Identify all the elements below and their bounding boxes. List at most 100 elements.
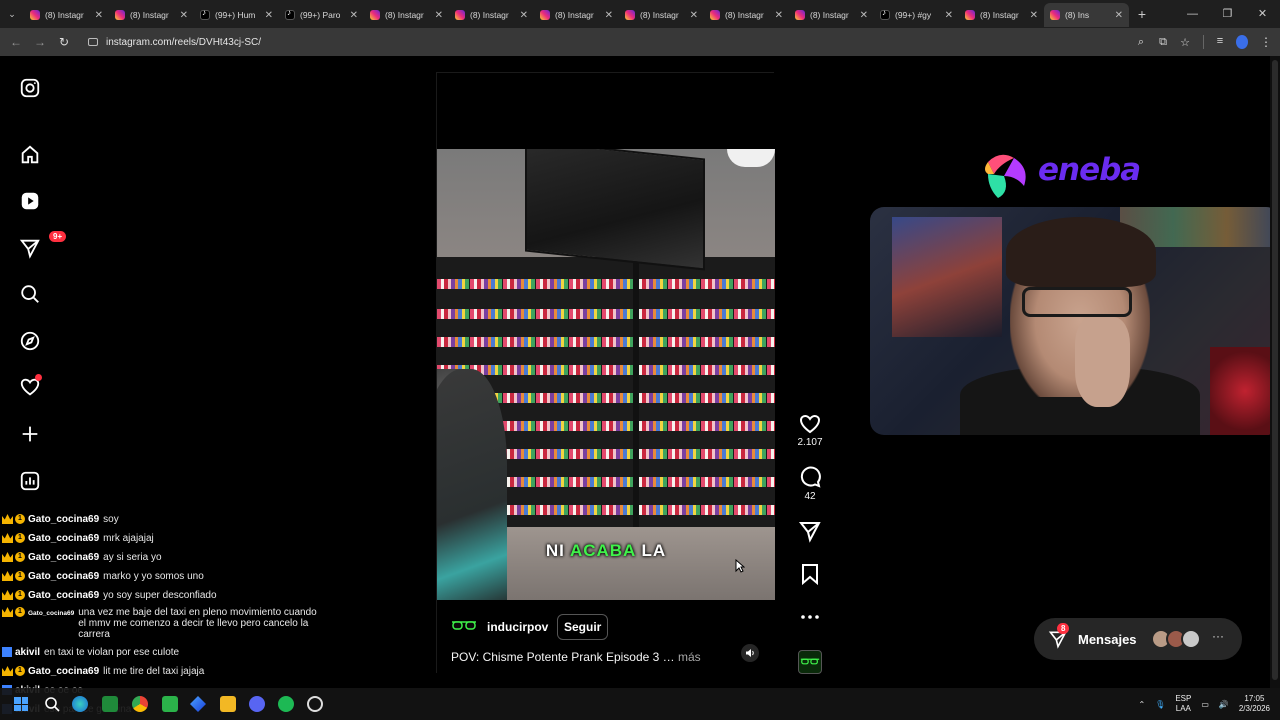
tab-close-icon[interactable]: ✕ [605,10,613,21]
more-options-icon[interactable] [798,605,822,629]
back-arrow-icon[interactable]: ← [4,35,28,49]
instagram-favicon-icon [965,10,975,20]
like-heart-icon[interactable] [798,412,822,436]
browser-tab[interactable]: (8) Instagr ✕ [364,3,449,27]
chrome-icon[interactable] [132,696,148,712]
direct-icon[interactable]: 9+ [19,231,67,259]
cast-icon[interactable]: ⧉ [1157,36,1169,49]
scrollbar-thumb[interactable] [1272,60,1278,680]
dashboard-icon[interactable] [19,470,41,492]
reel-video[interactable]: NI ACABA LA [437,149,775,600]
browser-tab[interactable]: (8) Instagr ✕ [789,3,874,27]
tab-close-icon[interactable]: ✕ [350,10,358,21]
instagram-favicon-icon [710,10,720,20]
browser-tab[interactable]: (99+) #gy ✕ [874,3,959,27]
zoom-icon[interactable]: ⌕ [1135,36,1147,49]
creator-avatar-glasses-icon[interactable] [451,620,477,632]
tab-close-icon[interactable]: ✕ [1030,10,1038,21]
browser-tab[interactable]: (99+) Hum ✕ [194,3,279,27]
edge-browser-icon[interactable] [72,696,88,712]
app-diamond-icon[interactable] [190,696,206,712]
obs-icon[interactable] [307,696,323,712]
home-icon[interactable] [19,144,41,166]
create-plus-icon[interactable] [19,423,41,445]
tab-search-chevron-icon[interactable]: ⌄ [0,0,24,28]
search-icon[interactable] [19,283,41,305]
file-explorer-icon[interactable] [220,696,236,712]
reload-icon[interactable]: ↻ [52,35,76,49]
messages-more-icon[interactable]: ··· [1212,629,1224,643]
new-tab-button[interactable]: + [1129,6,1155,22]
browser-tab[interactable]: (8) Ins ✕ [1044,3,1129,27]
instagram-logo-icon[interactable] [19,77,41,99]
language-indicator[interactable]: ESP LAA [1175,694,1191,714]
url-text[interactable]: instagram.com/reels/DVHt43cj-SC/ [106,37,261,48]
chat-badges: 1 [2,607,25,617]
microphone-icon[interactable]: 🎙 [1155,700,1165,709]
profile-avatar[interactable] [1236,35,1248,49]
overlay-word: LA [641,541,667,560]
volume-icon[interactable] [741,644,759,662]
avatar [1181,629,1201,649]
more-link[interactable]: más [678,650,701,664]
minimize-icon[interactable]: — [1175,0,1210,28]
browser-tab[interactable]: (8) Instagr ✕ [534,3,619,27]
app-icon[interactable] [162,696,178,712]
crown-badge-icon [2,590,13,600]
clock[interactable]: 17:05 2/3/2026 [1239,694,1270,714]
tab-close-icon[interactable]: ✕ [95,10,103,21]
system-tray: ⌃ 🎙 ESP LAA ▭ 🔊 17:05 2/3/2026 [1138,688,1270,720]
browser-tab[interactable]: (99+) Paro ✕ [279,3,364,27]
comment-icon[interactable] [798,465,822,489]
tab-close-icon[interactable]: ✕ [265,10,273,21]
share-icon[interactable] [798,519,822,543]
site-info-icon[interactable] [88,38,98,46]
tab-close-icon[interactable]: ✕ [945,10,953,21]
chat-message: 1 Gato_cocina69 yo soy super desconfiado [2,590,217,601]
browser-tab[interactable]: (8) Instagr ✕ [109,3,194,27]
creator-username[interactable]: inducirpov [487,620,548,634]
audio-avatar[interactable] [798,650,822,674]
browser-menu-icon[interactable]: ⋮ [1260,35,1272,49]
url-omnibox[interactable]: instagram.com/reels/DVHt43cj-SC/ [82,31,1135,53]
reading-list-icon[interactable]: ≡ [1214,35,1226,49]
tab-title: (8) Instagr [810,10,849,20]
volume-icon[interactable]: 🔊 [1219,700,1229,709]
search-icon[interactable] [44,696,60,712]
restore-icon[interactable]: ❐ [1210,0,1245,28]
forward-arrow-icon[interactable]: → [28,35,52,49]
streamer-webcam [870,207,1280,435]
follow-button[interactable]: Seguir [557,614,609,640]
tab-close-icon[interactable]: ✕ [860,10,868,21]
browser-tab[interactable]: (8) Instagr ✕ [449,3,534,27]
save-bookmark-icon[interactable] [798,562,822,586]
browser-tab[interactable]: (8) Instagr ✕ [24,3,109,27]
browser-tab[interactable]: (8) Instagr ✕ [704,3,789,27]
messages-button[interactable]: 8 Mensajes ··· [1034,618,1242,660]
browser-tab[interactable]: (8) Instagr ✕ [619,3,704,27]
close-window-icon[interactable]: ✕ [1245,0,1280,28]
crown-badge-icon [2,514,13,524]
discord-icon[interactable] [249,696,265,712]
windows-taskbar: ⌃ 🎙 ESP LAA ▭ 🔊 17:05 2/3/2026 [0,688,1280,720]
network-icon[interactable]: ▭ [1201,700,1209,709]
page-scrollbar[interactable] [1270,56,1280,688]
explore-icon[interactable] [19,330,41,352]
browser-tab[interactable]: (8) Instagr ✕ [959,3,1044,27]
excel-icon[interactable] [102,696,118,712]
tab-close-icon[interactable]: ✕ [520,10,528,21]
bookmark-star-icon[interactable]: ☆ [1179,36,1191,49]
spotify-icon[interactable] [278,696,294,712]
tab-close-icon[interactable]: ✕ [775,10,783,21]
notifications-heart-icon[interactable] [19,374,42,398]
shelf-divider [633,257,639,537]
tab-close-icon[interactable]: ✕ [180,10,188,21]
tab-close-icon[interactable]: ✕ [435,10,443,21]
windows-start-icon[interactable] [14,697,28,711]
reels-icon[interactable] [19,190,41,212]
chat-text: yo soy super desconfiado [103,590,217,601]
tab-close-icon[interactable]: ✕ [690,10,698,21]
tray-chevron-icon[interactable]: ⌃ [1138,700,1145,709]
tab-close-icon[interactable]: ✕ [1115,10,1123,21]
reel-player[interactable]: NI ACABA LA inducirpov Seguir POV: Chism… [436,72,775,674]
